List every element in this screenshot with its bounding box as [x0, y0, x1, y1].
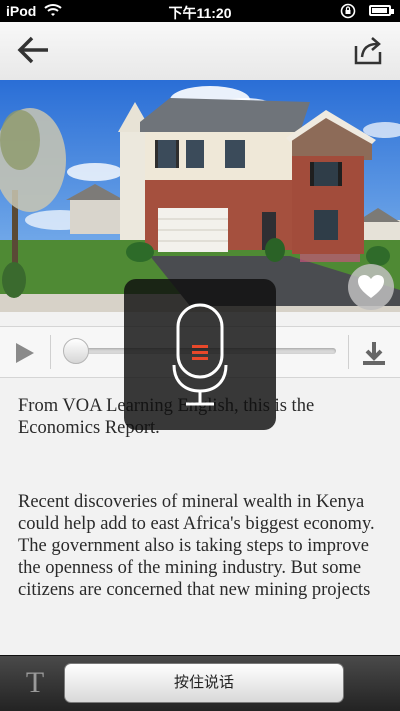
microphone-icon	[172, 303, 228, 406]
heart-icon[interactable]	[348, 264, 394, 310]
article-body: From VOA Learning English, this is the E…	[18, 395, 384, 653]
share-icon[interactable]	[348, 30, 388, 70]
top-toolbar	[0, 22, 400, 81]
download-icon[interactable]	[360, 339, 388, 367]
article-paragraph: Recent discoveries of mineral wealth in …	[18, 492, 375, 600]
divider	[348, 335, 349, 369]
article-photo	[0, 80, 400, 312]
bottom-input-bar: T 按住说话	[0, 655, 400, 711]
play-icon[interactable]	[12, 341, 36, 365]
battery-icon	[369, 5, 394, 16]
text-input-toggle[interactable]: T	[20, 666, 50, 700]
progress-slider-thumb[interactable]	[63, 338, 89, 364]
voice-recording-overlay	[124, 279, 276, 430]
rotation-lock-icon	[340, 3, 356, 22]
status-bar: iPod 下午11:20	[0, 0, 400, 22]
divider	[50, 335, 51, 369]
hold-to-talk-button[interactable]: 按住说话	[64, 663, 344, 703]
arrow-left-icon[interactable]	[14, 30, 54, 70]
